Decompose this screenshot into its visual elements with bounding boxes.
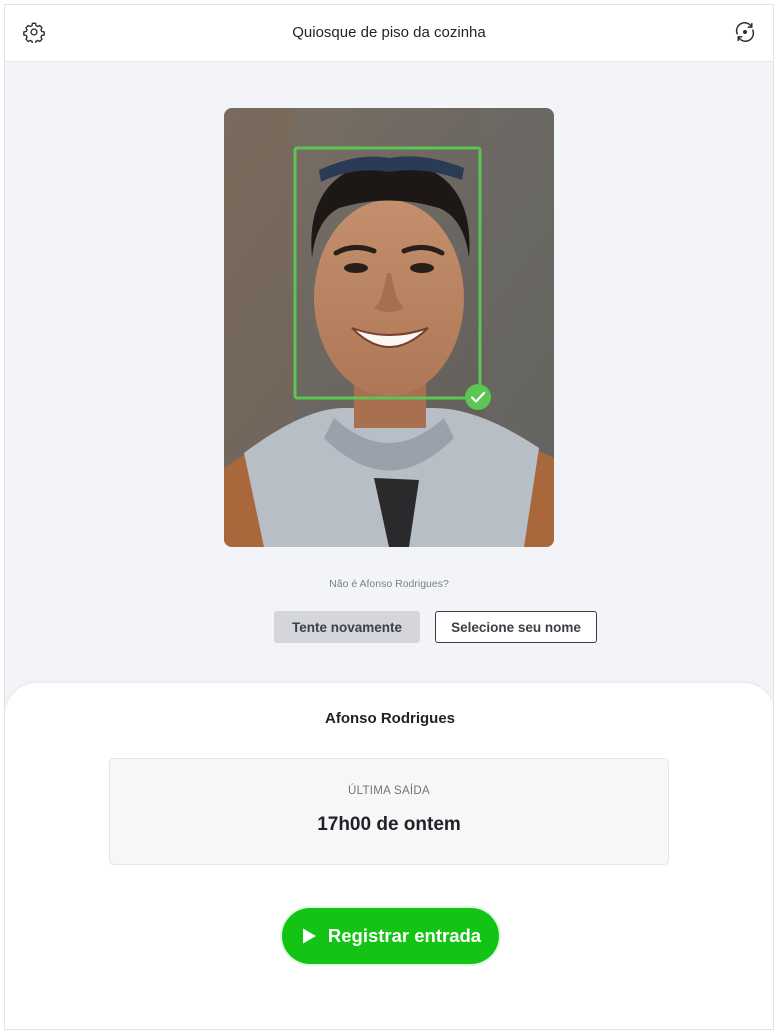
not-you-question: Não é Afonso Rodrigues? (329, 578, 449, 590)
play-icon (300, 927, 318, 945)
employee-panel: Afonso Rodrigues ÚLTIMA SAÍDA 17h00 de o… (5, 683, 773, 1029)
clock-in-label: Registrar entrada (327, 925, 482, 946)
face-photo (224, 108, 554, 547)
top-bar: Quiosque de piso da cozinha (5, 5, 773, 62)
retry-button[interactable]: Tente novamente (274, 611, 420, 643)
kiosk-screen: Quiosque de piso da cozinha Não é Afonso… (4, 4, 774, 1030)
last-event-time: 17h00 de ontem (317, 814, 461, 835)
employee-name: Afonso Rodrigues (325, 710, 455, 727)
clock-in-button[interactable]: Registrar entrada (282, 908, 499, 964)
last-event-card: ÚLTIMA SAÍDA 17h00 de ontem (109, 758, 669, 865)
last-event-label: ÚLTIMA SAÍDA (348, 785, 430, 797)
select-name-button[interactable]: Selecione seu nome (435, 611, 597, 643)
switch-camera-icon (733, 20, 757, 49)
page-title: Quiosque de piso da cozinha (292, 24, 486, 41)
check-icon (464, 383, 492, 411)
switch-camera-button[interactable] (733, 20, 757, 49)
